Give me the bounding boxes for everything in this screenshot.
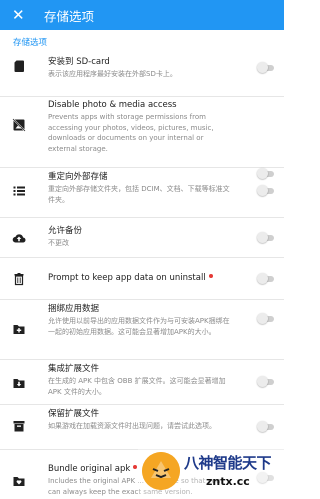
folder-plus-icon xyxy=(13,325,25,334)
setting-title: Prompt to keep app data on uninstall xyxy=(48,273,234,284)
tiger-icon xyxy=(142,452,180,490)
setting-title-text: Prompt to keep app data on uninstall xyxy=(48,273,206,283)
app-bar: ✕ 存储选项 xyxy=(0,0,284,30)
setting-integrate-expansion-files[interactable]: 集成扩展文件 在生成的 APK 中包含 OBB 扩展文件。这可能会显著增加 AP… xyxy=(0,360,284,405)
setting-summary: 在生成的 APK 中包含 OBB 扩展文件。这可能会显著增加 APK 文件的大小… xyxy=(48,377,226,396)
setting-install-sd-card[interactable]: 安装到 SD-card 表示该应用程序最好安装在外部SD卡上。 xyxy=(0,50,284,97)
keep-expansion-files-switch[interactable] xyxy=(257,421,275,432)
integrate-expansion-files-switch[interactable] xyxy=(257,376,275,387)
setting-title-text: Bundle original apk xyxy=(48,464,131,474)
page-title: 存储选项 xyxy=(44,8,95,24)
new-badge-dot xyxy=(208,274,213,278)
bundle-app-data-switch[interactable] xyxy=(257,313,275,324)
sd-card-icon xyxy=(14,60,24,72)
folder-heart-icon xyxy=(13,477,25,486)
site-watermark: 八神智能天下 zntx.cc xyxy=(138,444,284,499)
setting-disable-photo-media-access[interactable]: Disable photo & media access Prevents ap… xyxy=(0,97,284,179)
setting-title: 允许备份 xyxy=(48,226,83,236)
setting-summary: 重定向外部存储文件夹，包括 DCIM、文档、下载等标准文件夹。 xyxy=(48,185,230,204)
setting-prompt-keep-app-data[interactable]: Prompt to keep app data on uninstall xyxy=(0,258,284,300)
setting-title: 集成扩展文件 xyxy=(48,364,100,374)
setting-title: Disable photo & media access xyxy=(48,100,177,110)
watermark-text: 八神智能天下 xyxy=(184,454,272,472)
setting-summary: 表示该应用程序最好安装在外部SD卡上。 xyxy=(48,70,177,78)
folder-download-icon xyxy=(13,379,25,388)
setting-summary: 不更改 xyxy=(48,239,69,247)
watermark-url: zntx.cc xyxy=(206,475,250,488)
install-sd-card-switch[interactable] xyxy=(257,62,275,73)
setting-allow-backup[interactable]: 允许备份 不更改 xyxy=(0,218,284,258)
setting-redirect-external-storage[interactable]: 重定向外部存储 重定向外部存储文件夹，包括 DCIM、文档、下载等标准文件夹。 xyxy=(0,168,284,218)
setting-summary: Prevents apps with storage permissions f… xyxy=(48,113,214,153)
setting-summary: 如果游戏在加载资源文件时出现问题，请尝试此选项。 xyxy=(48,422,216,430)
redirect-external-storage-switch[interactable] xyxy=(257,185,275,196)
cloud-upload-icon xyxy=(12,234,26,243)
setting-title: 捆绑应用数据 xyxy=(48,304,100,314)
close-icon[interactable]: ✕ xyxy=(12,7,36,23)
setting-title: 重定向外部存储 xyxy=(48,172,108,182)
setting-summary: 允许使用以前导出的应用数据文件作为与可安装APK捆绑在一起的初始应用数据。这可能… xyxy=(48,317,230,336)
setting-title: 保留扩展文件 xyxy=(48,409,100,419)
archive-icon xyxy=(13,421,25,432)
list-icon xyxy=(13,186,25,196)
setting-title: 安装到 SD-card xyxy=(48,57,110,67)
setting-bundle-app-data[interactable]: 捆绑应用数据 允许使用以前导出的应用数据文件作为与可安装APK捆绑在一起的初始应… xyxy=(0,300,284,360)
section-header: 存储选项 xyxy=(13,38,48,48)
trash-icon xyxy=(14,273,24,286)
prompt-keep-app-data-switch[interactable] xyxy=(257,273,275,284)
image-not-supported-icon xyxy=(12,118,26,132)
new-badge-dot xyxy=(133,465,138,469)
watermark-logo xyxy=(142,452,180,490)
allow-backup-switch[interactable] xyxy=(257,232,275,243)
